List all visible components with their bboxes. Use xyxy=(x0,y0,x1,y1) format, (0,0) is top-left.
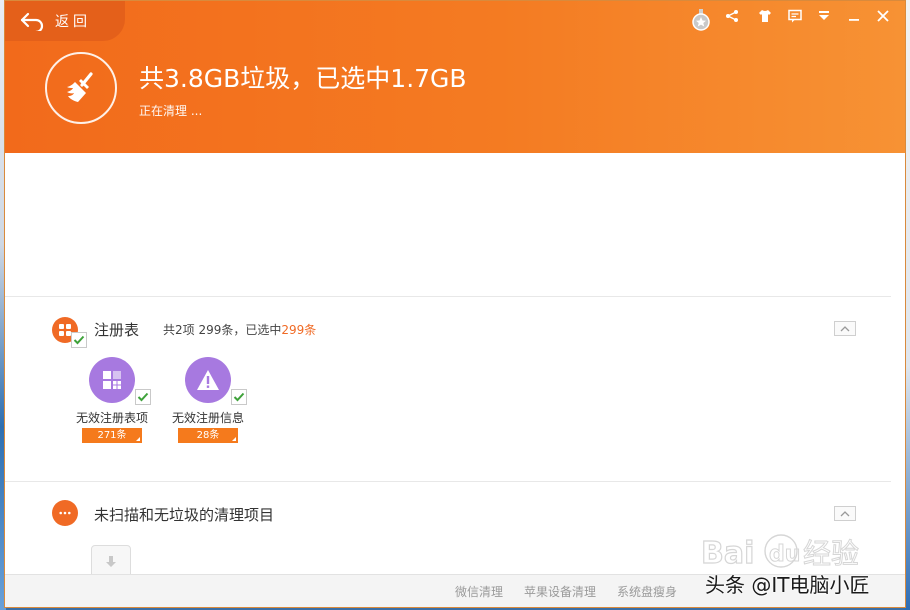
svg-text:Bai: Bai xyxy=(701,536,754,571)
item-count-badge[interactable]: 28条 xyxy=(178,428,238,443)
warning-icon[interactable] xyxy=(185,357,247,405)
unscanned-section-title: 未扫描和无垃圾的清理项目 xyxy=(94,506,275,524)
chevron-up-icon xyxy=(840,325,850,331)
status-text: 正在清理 ... xyxy=(139,104,203,118)
checkmark-icon xyxy=(137,392,149,402)
item-count-badge[interactable]: 271条 xyxy=(82,428,142,443)
registry-section-title: 注册表 xyxy=(94,321,140,339)
checkmark-icon xyxy=(73,335,85,345)
svg-text:经验: 经验 xyxy=(803,537,859,570)
registry-count-selected: 299条 xyxy=(281,323,317,337)
menu-icon[interactable] xyxy=(815,8,833,24)
header-banner: 返回 共3.8GB垃圾，已选中1.7GB 正在清理 ... xyxy=(5,1,905,153)
broom-icon xyxy=(45,52,117,124)
toutiao-watermark: 头条 @IT电脑小匠 xyxy=(705,573,870,597)
registry-item-invalid-keys[interactable]: 无效注册表项 271条 xyxy=(67,357,157,443)
unscanned-collapse-button[interactable] xyxy=(834,506,856,521)
item-label: 无效注册表项 xyxy=(75,411,148,425)
registry-item-invalid-info[interactable]: 无效注册信息 28条 xyxy=(163,357,253,443)
back-label: 返回 xyxy=(55,14,91,30)
wechat-clean-link[interactable]: 微信清理 xyxy=(455,583,503,600)
svg-text:du: du xyxy=(769,542,800,567)
registry-section-count: 共2项 299条，已选中299条 xyxy=(163,321,316,338)
registry-section-checkbox[interactable] xyxy=(71,332,87,348)
more-icon xyxy=(52,500,78,526)
apple-device-clean-link[interactable]: 苹果设备清理 xyxy=(524,583,596,600)
chevron-up-icon xyxy=(840,510,850,516)
item-checkbox[interactable] xyxy=(231,389,247,405)
page-title: 共3.8GB垃圾，已选中1.7GB xyxy=(139,64,467,93)
feedback-icon[interactable] xyxy=(786,8,804,24)
system-disk-slim-link[interactable]: 系统盘瘦身 xyxy=(617,583,677,600)
section-divider xyxy=(5,296,891,297)
back-arrow-icon xyxy=(20,12,44,31)
checkmark-icon xyxy=(233,392,245,402)
registry-collapse-button[interactable] xyxy=(834,321,856,336)
skin-icon[interactable] xyxy=(756,8,774,24)
minimize-icon[interactable] xyxy=(845,8,863,24)
back-button[interactable]: 返回 xyxy=(5,1,125,41)
registry-grid-icon[interactable] xyxy=(89,357,151,405)
baidu-watermark: Bai du 经验 xyxy=(701,534,860,572)
item-checkbox[interactable] xyxy=(135,389,151,405)
medal-icon[interactable] xyxy=(691,9,711,31)
share-icon[interactable] xyxy=(723,8,741,24)
section-divider xyxy=(5,481,891,482)
cleanup-window: 返回 共3.8GB垃圾，已选中1.7GB 正在清理 ... 注册表 共2项 29… xyxy=(4,0,906,608)
registry-count-prefix: 共2项 299条，已选中 xyxy=(163,323,282,337)
close-icon[interactable] xyxy=(874,8,892,24)
item-label: 无效注册信息 xyxy=(171,411,244,425)
